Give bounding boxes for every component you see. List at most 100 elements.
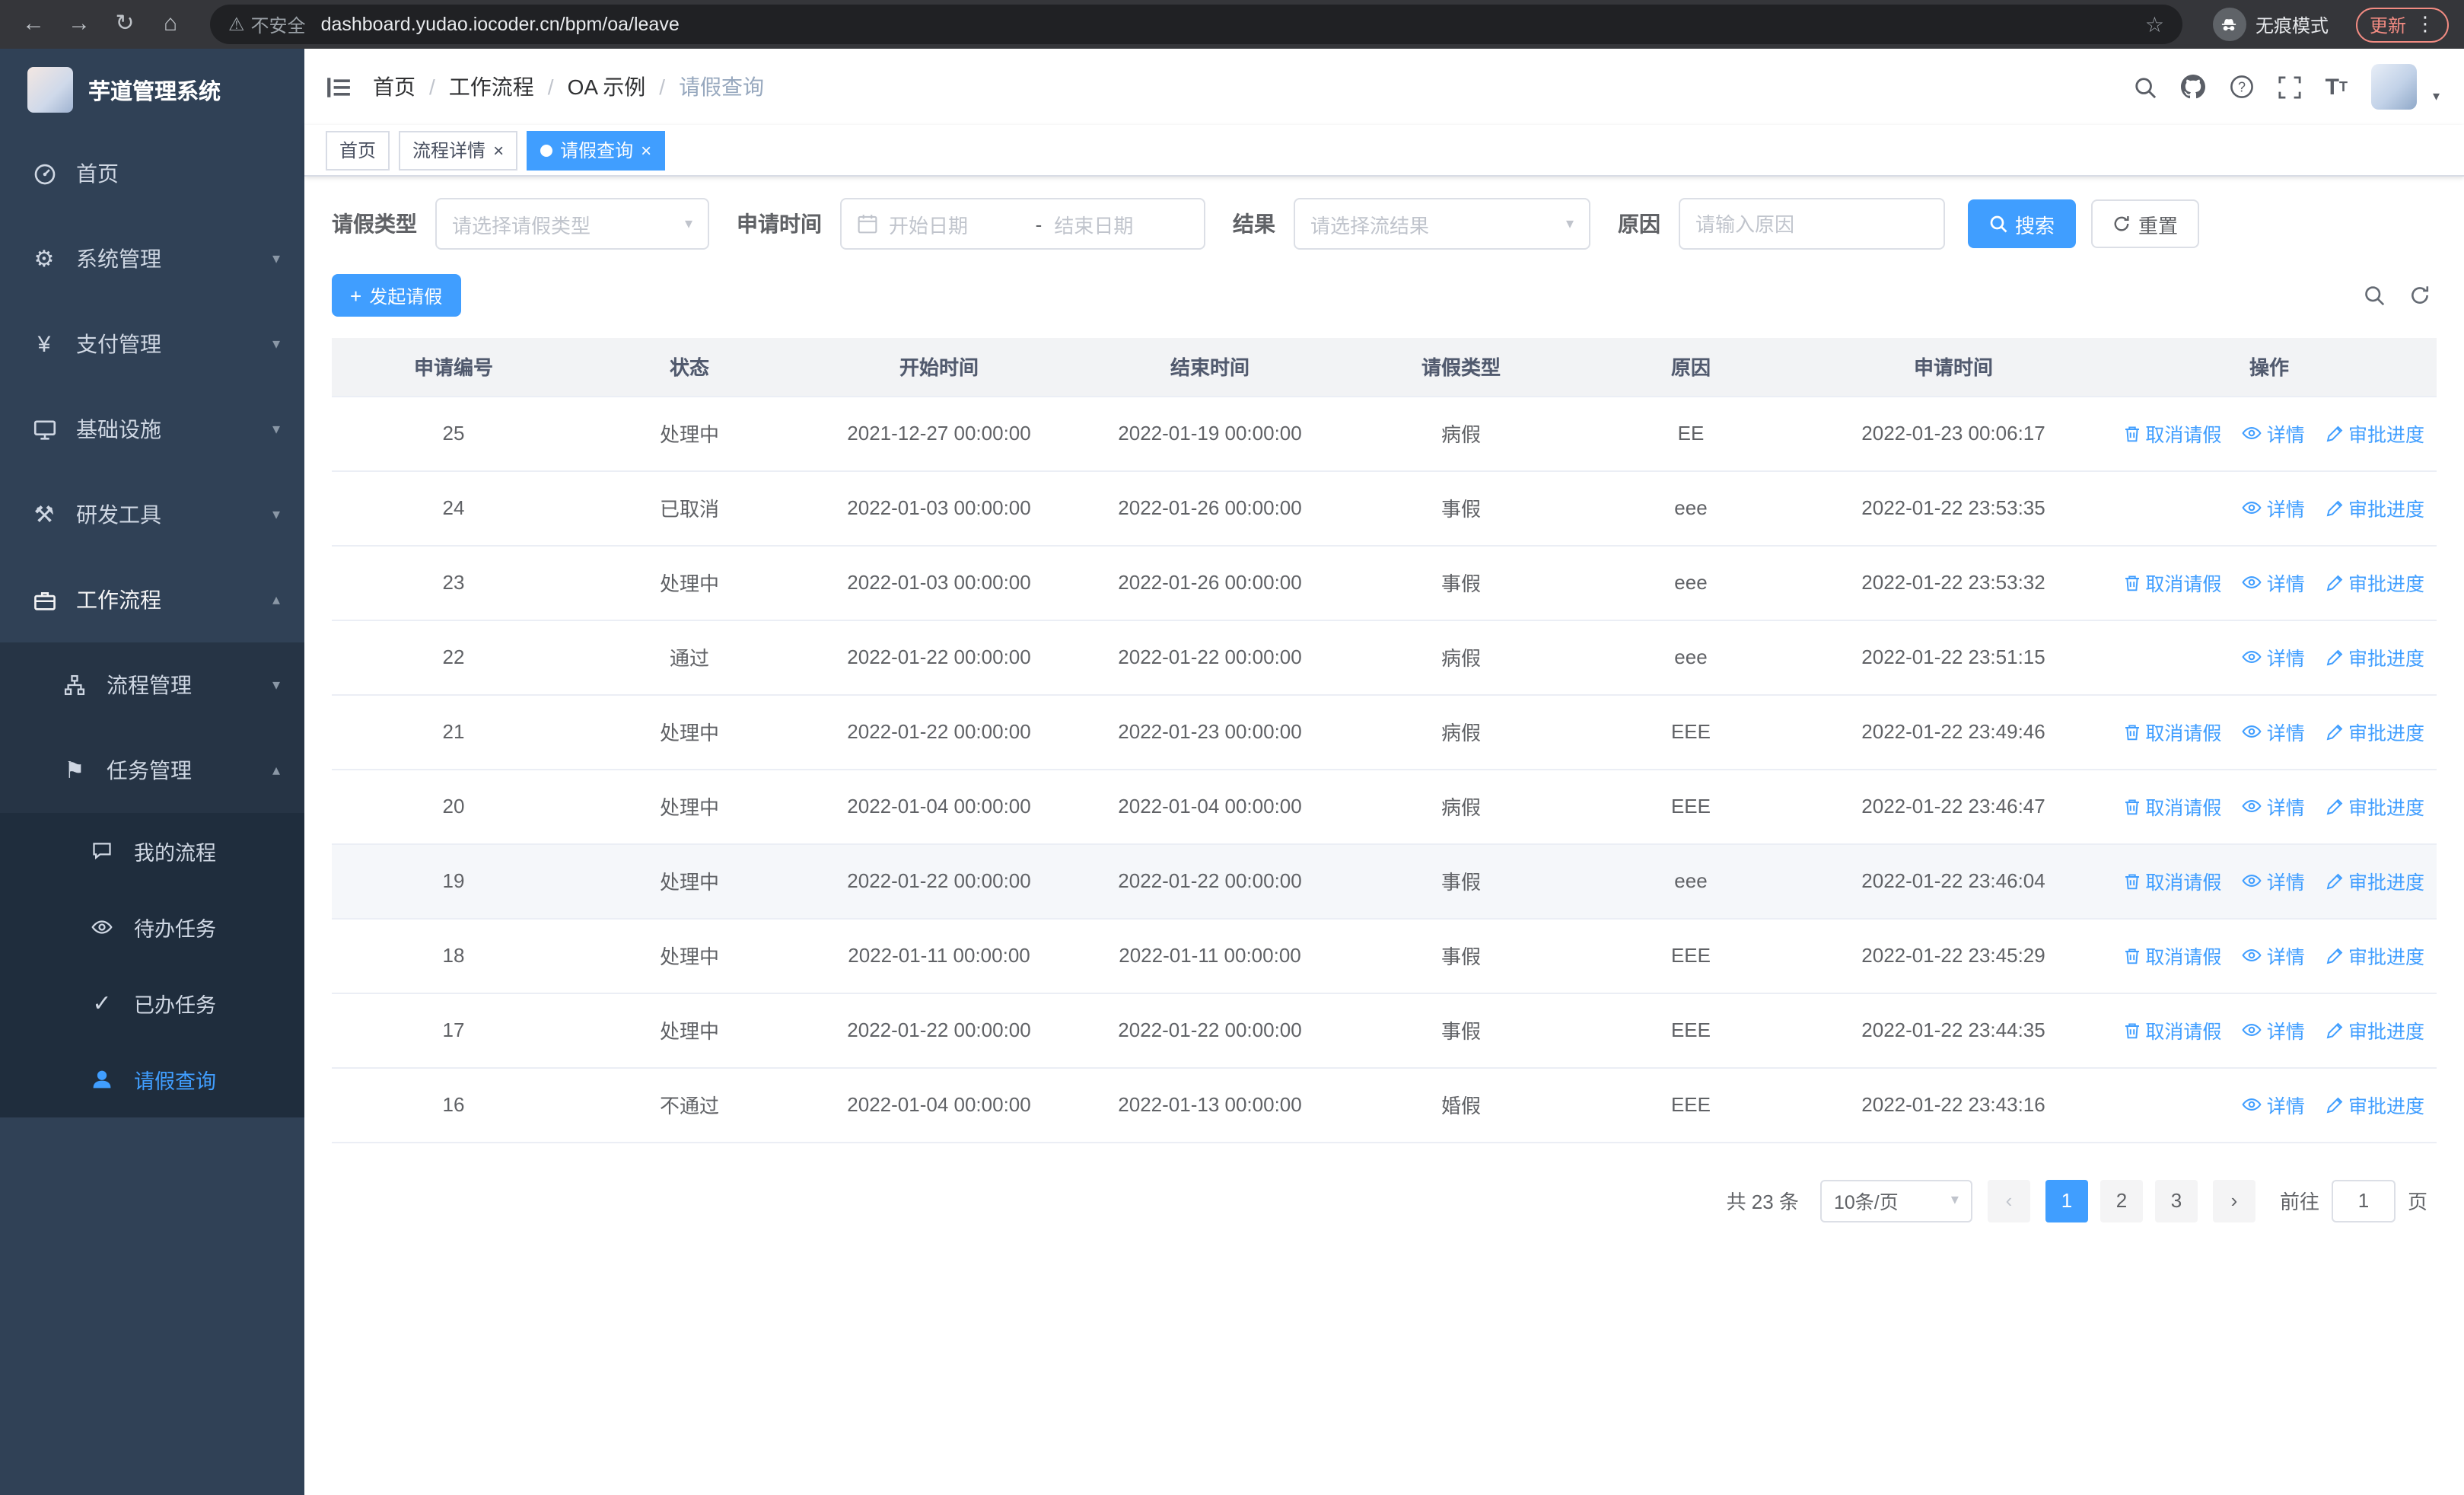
next-page-button[interactable]: › — [2212, 1179, 2255, 1222]
goto-suffix: 页 — [2407, 1191, 2427, 1213]
sidebar-item-done-tasks[interactable]: ✓ 已办任务 — [0, 965, 304, 1041]
sidebar-item-my-process[interactable]: 我的流程 — [0, 813, 304, 889]
sidebar-item-system[interactable]: ⚙ 系统管理 ▾ — [0, 216, 304, 301]
result-select[interactable]: 请选择流结果 ▾ — [1294, 198, 1590, 250]
detail-link[interactable]: 详情 — [2243, 419, 2305, 448]
toggle-search-icon[interactable] — [2364, 285, 2385, 306]
detail-link[interactable]: 详情 — [2243, 792, 2305, 821]
cancel-leave-link[interactable]: 取消请假 — [2122, 1016, 2221, 1045]
cell-operations: 详情 审批进度 — [2102, 620, 2437, 695]
detail-link[interactable]: 详情 — [2243, 717, 2305, 746]
user-avatar[interactable] — [2371, 64, 2418, 110]
close-icon[interactable]: × — [493, 141, 504, 159]
approval-progress-link[interactable]: 审批进度 — [2326, 494, 2424, 523]
page-size-select[interactable]: 10条/页 ▾ — [1819, 1179, 1972, 1222]
cancel-leave-link[interactable]: 取消请假 — [2122, 718, 2221, 747]
cell-leave-type: 病假 — [1345, 769, 1577, 844]
kebab-menu-icon[interactable]: ⋮ — [2415, 12, 2435, 37]
detail-link[interactable]: 详情 — [2243, 493, 2305, 522]
back-icon[interactable]: ← — [15, 6, 52, 43]
url-text[interactable]: dashboard.yudao.iocoder.cn/bpm/oa/leave — [321, 14, 680, 35]
sidebar-item-devtools[interactable]: ⚒ 研发工具 ▾ — [0, 472, 304, 557]
fullscreen-icon[interactable] — [2278, 75, 2301, 98]
cell-leave-type: 婚假 — [1345, 1067, 1577, 1143]
approval-progress-link[interactable]: 审批进度 — [2326, 718, 2424, 747]
reset-button[interactable]: 重置 — [2091, 199, 2200, 248]
cancel-leave-link[interactable]: 取消请假 — [2122, 792, 2221, 821]
eye-icon — [88, 916, 116, 938]
close-icon[interactable]: × — [641, 141, 651, 159]
leave-type-select[interactable]: 请选择请假类型 ▾ — [435, 198, 709, 250]
detail-link[interactable]: 详情 — [2243, 642, 2305, 671]
browser-menu[interactable]: 更新 ⋮ — [2355, 7, 2449, 42]
create-leave-button[interactable]: + 发起请假 — [332, 274, 461, 317]
cell-end-time: 2022-01-19 00:00:00 — [1074, 396, 1345, 471]
cell-apply-id: 23 — [332, 545, 575, 620]
search-button[interactable]: 搜索 — [1968, 199, 2077, 248]
sidebar-item-todo-tasks[interactable]: 待办任务 — [0, 889, 304, 965]
sidebar-item-home[interactable]: 首页 — [0, 131, 304, 216]
detail-link[interactable]: 详情 — [2243, 866, 2305, 895]
cancel-leave-link[interactable]: 取消请假 — [2122, 942, 2221, 971]
sidebar-item-task-mgmt[interactable]: ⚑ 任务管理 ▴ — [0, 728, 304, 813]
update-label[interactable]: 更新 — [2370, 11, 2406, 37]
table-row: 19 处理中 2022-01-22 00:00:00 2022-01-22 00… — [332, 843, 2437, 919]
cancel-leave-link[interactable]: 取消请假 — [2122, 419, 2221, 448]
approval-progress-link[interactable]: 审批进度 — [2326, 419, 2424, 448]
page-button[interactable]: 1 — [2045, 1179, 2088, 1222]
detail-link[interactable]: 详情 — [2243, 1090, 2305, 1119]
forward-icon[interactable]: → — [61, 6, 97, 43]
security-warning-label[interactable]: 不安全 — [251, 11, 306, 37]
approval-progress-link[interactable]: 审批进度 — [2326, 1091, 2424, 1120]
breadcrumb-item[interactable]: 请假查询/ — [679, 72, 764, 102]
detail-link[interactable]: 详情 — [2243, 568, 2305, 597]
sidebar-item-payment[interactable]: ¥ 支付管理 ▾ — [0, 301, 304, 387]
tab[interactable]: 首页 — [326, 130, 390, 170]
approval-progress-link[interactable]: 审批进度 — [2326, 1016, 2424, 1045]
approval-progress-link[interactable]: 审批进度 — [2326, 792, 2424, 821]
bookmark-star-icon[interactable]: ☆ — [2145, 11, 2164, 37]
detail-link[interactable]: 详情 — [2243, 1015, 2305, 1044]
tab[interactable]: 流程详情 × — [399, 130, 518, 170]
security-warning-icon: ⚠ — [228, 14, 245, 35]
user-caret-icon[interactable]: ▾ — [2433, 88, 2440, 110]
github-icon[interactable] — [2180, 75, 2205, 99]
breadcrumb-item[interactable]: 首页 / — [373, 72, 449, 102]
tags-view: 首页 流程详情 × 请假查询 × — [304, 125, 2464, 177]
refresh-table-icon[interactable] — [2409, 285, 2431, 306]
breadcrumb-item[interactable]: 工作流程 / — [449, 72, 568, 102]
reload-icon[interactable]: ↻ — [107, 6, 143, 43]
cancel-leave-link[interactable]: 取消请假 — [2122, 569, 2221, 598]
chevron-down-icon: ▾ — [272, 677, 280, 693]
breadcrumb-item[interactable]: OA 示例 / — [568, 72, 680, 102]
sidebar-item-workflow[interactable]: 工作流程 ▴ — [0, 557, 304, 642]
page-button[interactable]: 3 — [2154, 1179, 2198, 1222]
chevron-down-icon: ▾ — [684, 215, 692, 232]
date-range-picker[interactable]: 开始日期 - 结束日期 — [840, 198, 1205, 250]
search-icon[interactable] — [2134, 75, 2157, 98]
detail-link[interactable]: 详情 — [2243, 941, 2305, 970]
sidebar-item-leave-query[interactable]: 请假查询 — [0, 1041, 304, 1117]
goto-page-input[interactable] — [2331, 1179, 2396, 1222]
approval-progress-link[interactable]: 审批进度 — [2326, 643, 2424, 672]
approval-progress-link[interactable]: 审批进度 — [2326, 942, 2424, 971]
help-icon[interactable]: ? — [2230, 75, 2254, 99]
cell-end-time: 2022-01-22 00:00:00 — [1074, 843, 1345, 919]
person-icon — [88, 1069, 116, 1090]
home-icon[interactable]: ⌂ — [152, 6, 189, 43]
font-size-icon[interactable]: TT — [2326, 74, 2348, 100]
chat-icon — [88, 840, 116, 862]
address-bar[interactable]: ⚠ 不安全 dashboard.yudao.iocoder.cn/bpm/oa/… — [210, 5, 2182, 44]
cancel-leave-link[interactable]: 取消请假 — [2122, 867, 2221, 896]
sidebar-item-process-mgmt[interactable]: 流程管理 ▾ — [0, 642, 304, 728]
cell-end-time: 2022-01-26 00:00:00 — [1074, 470, 1345, 546]
reason-input[interactable] — [1695, 212, 1928, 235]
page-button[interactable]: 2 — [2099, 1179, 2143, 1222]
hamburger-icon[interactable] — [326, 74, 352, 100]
prev-page-button[interactable]: ‹ — [1987, 1179, 2030, 1222]
sidebar-item-infrastructure[interactable]: 基础设施 ▾ — [0, 387, 304, 472]
approval-progress-link[interactable]: 审批进度 — [2326, 867, 2424, 896]
cell-end-time: 2022-01-22 00:00:00 — [1074, 620, 1345, 695]
tab[interactable]: 请假查询 × — [527, 130, 666, 170]
approval-progress-link[interactable]: 审批进度 — [2326, 569, 2424, 598]
